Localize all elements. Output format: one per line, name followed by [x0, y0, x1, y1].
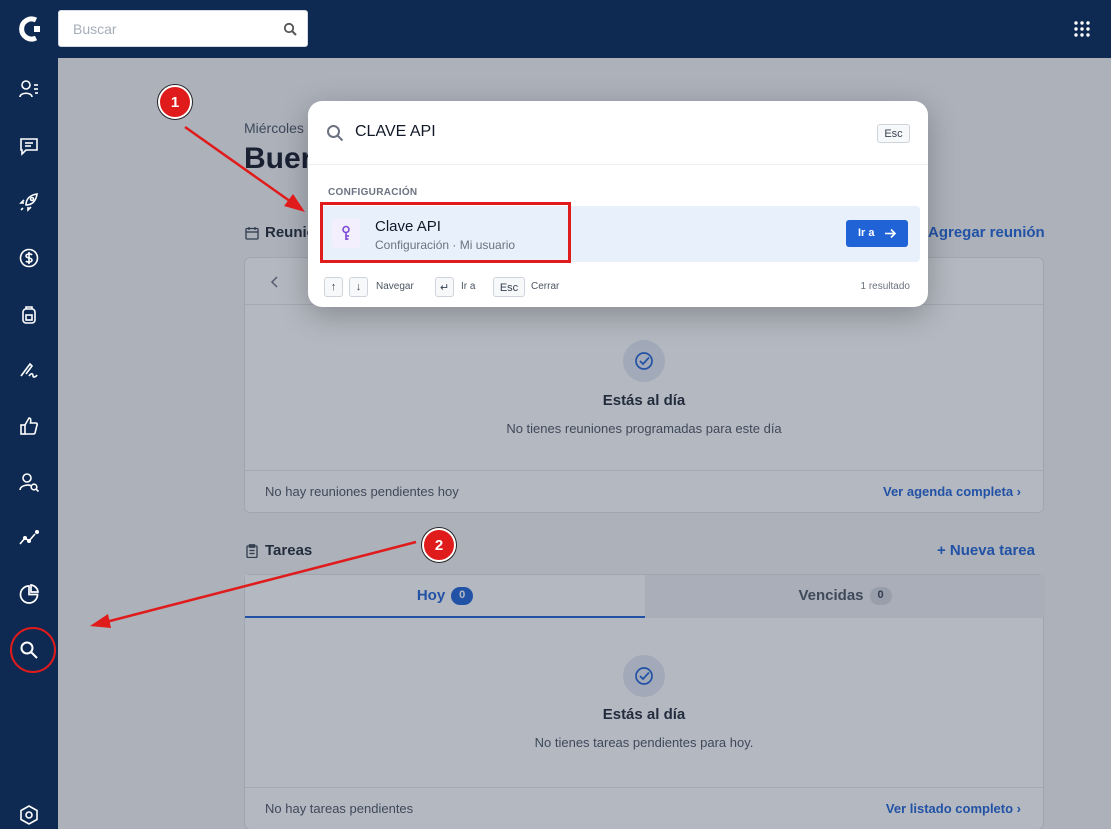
callout-2: 2	[422, 528, 456, 562]
settings-hexagon-icon[interactable]	[18, 804, 40, 826]
search-query-input[interactable]: CLAVE API	[355, 123, 436, 141]
arrow-right-icon	[885, 228, 896, 239]
close-hint: Cerrar	[531, 281, 560, 292]
contacts-icon[interactable]	[18, 78, 40, 100]
rocket-icon[interactable]	[18, 191, 40, 213]
results-count: 1 resultado	[860, 281, 910, 292]
analytics-icon[interactable]	[18, 527, 40, 549]
go-hint: Ir a	[461, 281, 476, 292]
app-logo-icon[interactable]	[14, 14, 44, 44]
search-placeholder: Buscar	[73, 21, 117, 37]
divider	[308, 164, 928, 165]
highlight-circle	[10, 627, 56, 673]
results-category-label: CONFIGURACIÓN	[328, 187, 418, 198]
search-icon	[327, 125, 344, 142]
thumbs-up-icon[interactable]	[18, 415, 40, 437]
search-icon	[283, 22, 297, 36]
highlight-box	[320, 202, 571, 263]
arrow-up-key: ↑	[324, 277, 343, 297]
enter-key: ↵	[435, 277, 454, 297]
sidebar	[0, 58, 58, 829]
dollar-icon[interactable]	[18, 247, 40, 269]
go-to-button[interactable]: Ir a	[846, 220, 908, 247]
esc-key-hint[interactable]: Esc	[877, 124, 910, 143]
user-search-icon[interactable]	[18, 471, 40, 493]
modal-footer: ↑ ↓ Navegar ↵ Ir a Esc Cerrar 1 resultad…	[308, 272, 928, 307]
arrow-down-key: ↓	[349, 277, 368, 297]
messages-icon[interactable]	[18, 135, 40, 157]
signature-icon[interactable]	[18, 359, 40, 381]
backpack-icon[interactable]	[18, 303, 40, 325]
top-bar: Buscar	[0, 0, 1111, 58]
apps-grid-icon[interactable]	[1073, 20, 1091, 38]
callout-1: 1	[158, 85, 192, 119]
navigate-hint: Navegar	[376, 281, 414, 292]
search-bar[interactable]: Buscar	[58, 10, 308, 47]
go-to-label: Ir a	[858, 227, 875, 239]
pie-chart-icon[interactable]	[18, 583, 40, 605]
esc-key: Esc	[493, 277, 525, 297]
